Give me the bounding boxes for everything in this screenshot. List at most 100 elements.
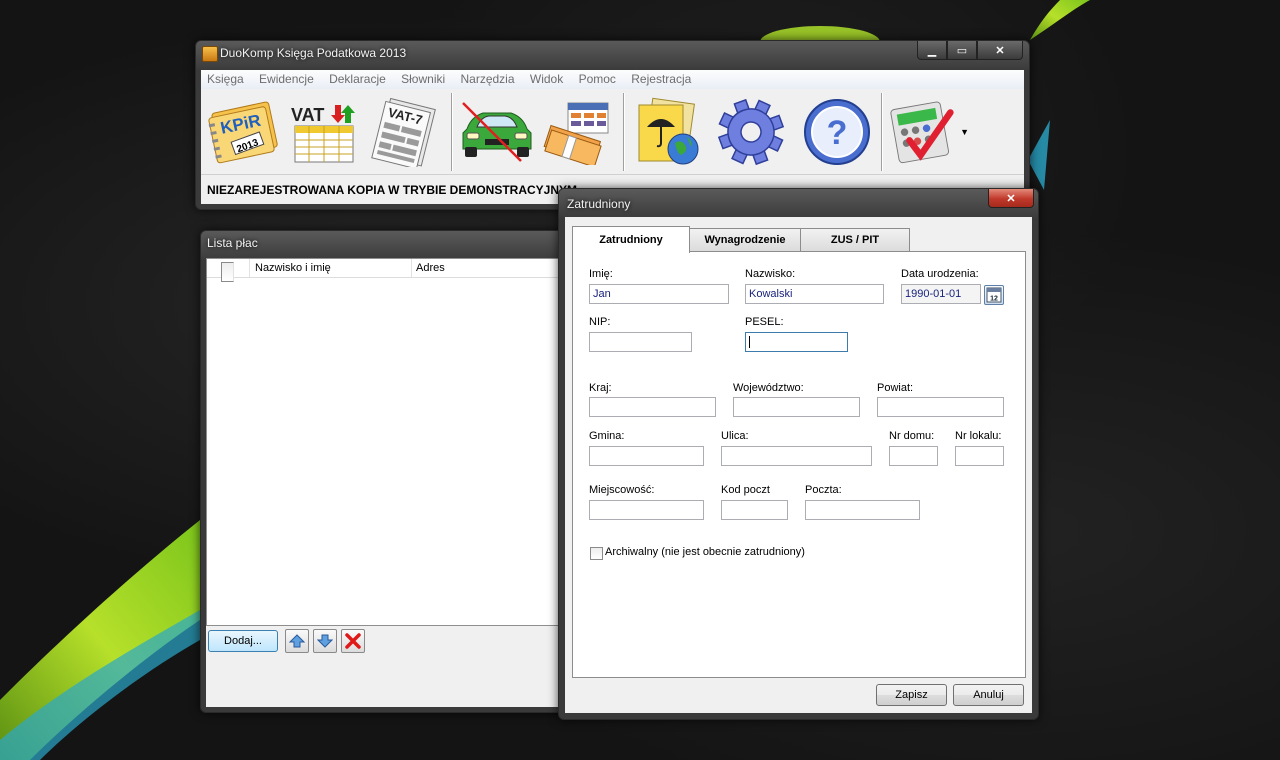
first-name-label: Imię:	[589, 268, 613, 280]
birth-date-label: Data urodzenia:	[901, 268, 979, 280]
select-all-checkbox[interactable]	[221, 262, 234, 282]
main-window-title: DuoKomp Księga Podatkowa 2013	[220, 46, 407, 60]
calculator-button[interactable]: ▼	[889, 95, 969, 169]
svg-text:VAT: VAT	[291, 105, 324, 125]
svg-text:12: 12	[990, 296, 998, 303]
pesel-label: PESEL:	[745, 316, 784, 328]
post-office-field[interactable]	[805, 500, 920, 520]
main-window: DuoKomp Księga Podatkowa 2013 ▁ ▭ ✕ Księ…	[195, 40, 1030, 210]
nip-field[interactable]	[589, 332, 692, 352]
car-icon	[462, 102, 532, 162]
tab-wynagrodzenie[interactable]: Wynagrodzenie	[689, 228, 801, 251]
kpir-icon: KPiR 2013	[208, 101, 278, 164]
pesel-field[interactable]	[745, 332, 848, 352]
add-button[interactable]: Dodaj...	[208, 630, 278, 652]
documents-button[interactable]	[629, 95, 705, 169]
move-up-button[interactable]	[285, 629, 309, 653]
car-button[interactable]	[457, 95, 537, 169]
list-header: Nazwisko i imię Adres	[207, 259, 566, 282]
dialog-close-button[interactable]: ✕	[988, 189, 1034, 208]
toolbar-separator	[451, 93, 453, 171]
toolbar-separator	[623, 93, 625, 171]
menu-bar: Księga Ewidencje Deklaracje Słowniki Nar…	[201, 70, 1024, 90]
text-caret	[749, 336, 750, 348]
vat7-declaration-button[interactable]: VAT-7	[367, 95, 443, 169]
move-down-button[interactable]	[313, 629, 337, 653]
apartment-number-field[interactable]	[955, 446, 1004, 466]
county-label: Powiat:	[877, 382, 914, 394]
minimize-button[interactable]: ▁	[917, 41, 947, 60]
archival-label[interactable]: Archiwalny (nie jest obecnie zatrudniony…	[605, 546, 805, 558]
documents-globe-icon	[638, 97, 699, 165]
voivodeship-label: Województwo:	[733, 382, 804, 394]
birth-date-field[interactable]: 1990-01-01	[901, 284, 981, 304]
vat-register-button[interactable]: VAT	[287, 95, 363, 169]
municipality-field[interactable]	[589, 446, 704, 466]
tab-zus-pit[interactable]: ZUS / PIT	[800, 228, 910, 251]
city-label: Miejscowość:	[589, 484, 655, 496]
county-field[interactable]	[877, 397, 1004, 417]
employee-dialog: Zatrudniony ✕ Zatrudniony Wynagrodzenie …	[558, 188, 1039, 720]
payroll-money-button[interactable]	[541, 95, 617, 169]
arrow-down-icon	[317, 634, 333, 648]
city-field[interactable]	[589, 500, 704, 520]
arrow-up-icon	[289, 634, 305, 648]
delete-button[interactable]	[341, 629, 365, 653]
save-button[interactable]: Zapisz	[876, 684, 947, 706]
app-icon	[202, 46, 218, 62]
postal-code-field[interactable]	[721, 500, 788, 520]
apartment-number-label: Nr lokalu:	[955, 430, 1002, 442]
employee-list[interactable]: Nazwisko i imię Adres	[206, 258, 566, 626]
country-field[interactable]	[589, 397, 716, 417]
menu-deklaracje[interactable]: Deklaracje	[326, 70, 392, 86]
svg-text:?: ?	[827, 114, 848, 152]
vat-register-icon: VAT	[291, 105, 355, 163]
post-office-label: Poczta:	[805, 484, 842, 496]
last-name-field[interactable]: Kowalski	[745, 284, 884, 304]
settings-gear-icon	[717, 98, 785, 166]
postal-code-label: Kod poczt	[721, 484, 770, 496]
menu-pomoc[interactable]: Pomoc	[576, 70, 622, 86]
street-label: Ulica:	[721, 430, 749, 442]
maximize-button[interactable]: ▭	[947, 41, 977, 60]
street-field[interactable]	[721, 446, 872, 466]
house-number-label: Nr domu:	[889, 430, 935, 442]
calendar-button[interactable]: 12	[984, 285, 1004, 305]
tab-zatrudniony[interactable]: Zatrudniony	[572, 226, 690, 253]
menu-slowniki[interactable]: Słowniki	[398, 70, 451, 86]
archival-checkbox[interactable]	[590, 547, 603, 560]
column-header-address[interactable]: Adres	[412, 259, 566, 277]
cancel-button[interactable]: Anuluj	[953, 684, 1024, 706]
money-icon	[543, 102, 609, 165]
nip-label: NIP:	[589, 316, 611, 328]
menu-rejestracja[interactable]: Rejestracja	[628, 70, 697, 86]
vat7-declaration-icon: VAT-7	[371, 97, 436, 167]
list-toolbar: Dodaj...	[206, 628, 566, 678]
first-name-field[interactable]: Jan	[589, 284, 729, 304]
settings-button[interactable]	[713, 95, 789, 169]
toolbar-separator	[881, 93, 883, 171]
delete-x-icon	[345, 633, 361, 649]
tab-page-zatrudniony: Imię: Jan Nazwisko: Kowalski Data urodze…	[572, 251, 1026, 678]
menu-ewidencje[interactable]: Ewidencje	[256, 70, 320, 86]
calendar-icon: 12	[986, 287, 1002, 303]
kpir-button[interactable]: KPiR 2013	[207, 95, 283, 169]
column-header-name[interactable]: Nazwisko i imię	[251, 259, 412, 277]
country-label: Kraj:	[589, 382, 612, 394]
menu-ksiega[interactable]: Księga	[204, 70, 250, 86]
payroll-list-title: Lista płac	[207, 236, 258, 250]
house-number-field[interactable]	[889, 446, 938, 466]
demo-status-text: NIEZAREJESTROWANA KOPIA W TRYBIE DEMONST…	[207, 183, 578, 197]
menu-narzedzia[interactable]: Narzędzia	[458, 70, 521, 86]
municipality-label: Gmina:	[589, 430, 625, 442]
select-all-column	[207, 259, 250, 282]
chevron-down-icon[interactable]: ▼	[960, 127, 969, 137]
help-button[interactable]: ?	[799, 95, 875, 169]
voivodeship-field[interactable]	[733, 397, 860, 417]
payroll-list-window: Lista płac Nazwisko i imię Adres Dodaj..…	[200, 230, 572, 713]
menu-widok[interactable]: Widok	[527, 70, 569, 86]
close-button[interactable]: ✕	[977, 41, 1023, 60]
last-name-label: Nazwisko:	[745, 268, 796, 280]
toolbar: KPiR 2013 VAT VAT-7 ? ▼	[201, 89, 1024, 174]
calculator-icon	[890, 101, 954, 164]
